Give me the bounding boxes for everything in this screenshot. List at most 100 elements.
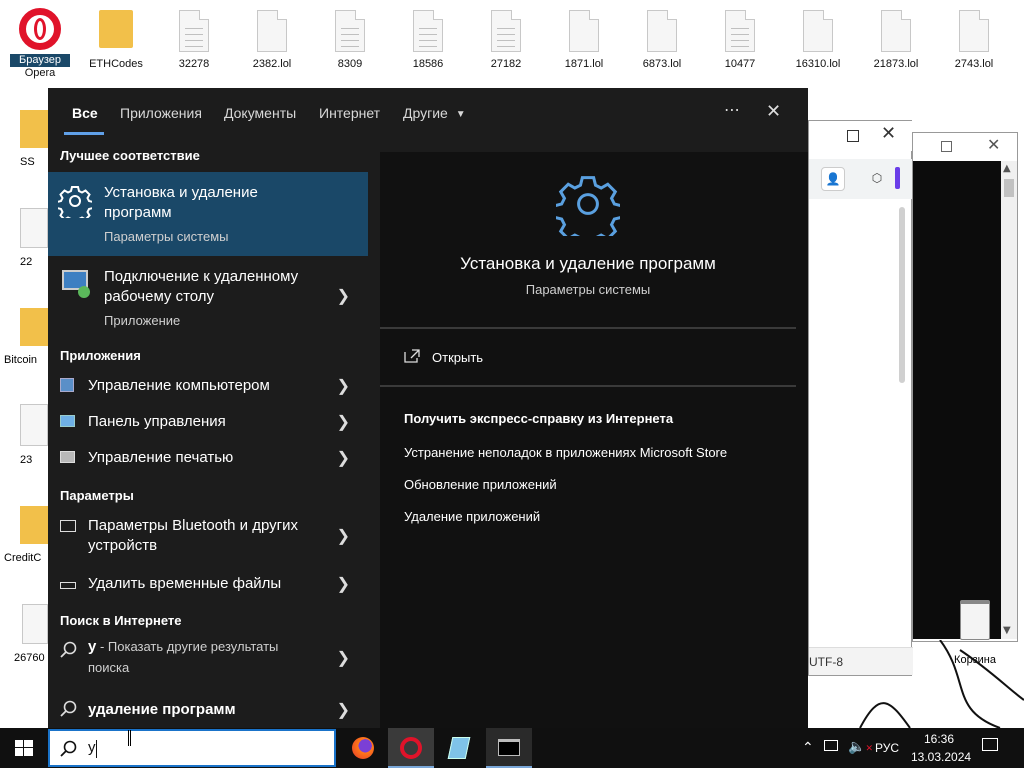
taskbar-search-box[interactable]: у bbox=[48, 729, 336, 767]
close-icon[interactable]: ✕ bbox=[766, 101, 781, 122]
result-setting-temp-files[interactable]: Удалить временные файлы ❯ bbox=[48, 568, 368, 604]
search-input[interactable]: у bbox=[88, 739, 96, 756]
profile-icon[interactable]: 👤 bbox=[821, 167, 845, 191]
maximize-icon[interactable] bbox=[847, 130, 859, 142]
result-app-print-management[interactable]: Управление печатью ❯ bbox=[48, 440, 368, 476]
desktop-icon-label: Bitcoin bbox=[4, 354, 38, 366]
result-app-computer-management[interactable]: Управление компьютером ❯ bbox=[48, 368, 368, 404]
taskbar-console[interactable] bbox=[486, 728, 532, 768]
chevron-down-icon: ▼ bbox=[455, 109, 466, 120]
wallpaper-scribble bbox=[859, 640, 1024, 728]
chevron-right-icon[interactable]: ❯ bbox=[337, 574, 350, 594]
section-settings: Параметры bbox=[60, 488, 134, 503]
desktop-icon-opera[interactable]: Браузер Opera bbox=[10, 8, 70, 80]
result-web-more[interactable]: у - Показать другие результаты поиска ❯ bbox=[48, 634, 368, 686]
result-setting-bluetooth[interactable]: Параметры Bluetooth и других устройств ❯ bbox=[48, 508, 368, 564]
remote-desktop-badge bbox=[78, 286, 90, 298]
desktop-icon-file[interactable]: 32278 bbox=[164, 10, 224, 71]
background-window-browser[interactable]: ✕ 👤 ⬡ UTF-8 bbox=[808, 120, 913, 676]
notifications-icon[interactable] bbox=[982, 738, 998, 751]
text-file-icon bbox=[179, 10, 209, 52]
desktop-icon-file[interactable]: 1871.lol bbox=[554, 10, 614, 71]
chevron-right-icon[interactable]: ❯ bbox=[337, 648, 350, 668]
taskbar-firefox[interactable] bbox=[340, 728, 386, 768]
section-apps: Приложения bbox=[60, 348, 141, 363]
tab-apps[interactable]: Приложения bbox=[120, 105, 202, 121]
notepad-icon bbox=[447, 737, 471, 759]
folder-icon bbox=[20, 308, 48, 346]
desktop-icon-file[interactable]: 6873.lol bbox=[632, 10, 692, 71]
desktop-icon-left[interactable]: CreditC bbox=[4, 506, 48, 568]
maximize-icon[interactable] bbox=[941, 141, 952, 152]
file-icon bbox=[959, 10, 989, 52]
network-icon[interactable] bbox=[824, 740, 838, 751]
result-app-control-panel[interactable]: Панель управления ❯ bbox=[48, 404, 368, 440]
desktop-icon-left[interactable]: 26760 bbox=[14, 604, 48, 668]
extension-icon[interactable]: ⬡ bbox=[865, 167, 889, 191]
chevron-right-icon[interactable]: ❯ bbox=[337, 700, 350, 720]
remote-desktop-title-line1: Подключение к удаленному bbox=[104, 268, 299, 285]
help-link[interactable]: Удаление приложений bbox=[404, 509, 540, 524]
desktop-icon-file[interactable]: 10477 bbox=[710, 10, 770, 71]
tab-other[interactable]: Другие ▼ bbox=[403, 105, 466, 121]
tab-other-label: Другие bbox=[403, 105, 448, 121]
result-best-match[interactable]: Установка и удаление программ Параметры … bbox=[48, 172, 368, 256]
bluetooth-devices-icon bbox=[60, 520, 76, 532]
ellipsis-icon[interactable]: ⋯ bbox=[724, 100, 741, 119]
start-button[interactable] bbox=[0, 728, 48, 768]
desktop-icon-left[interactable]: Bitcoin bbox=[4, 308, 48, 370]
desktop-icon-left[interactable]: SS bbox=[20, 110, 48, 170]
chevron-right-icon[interactable]: ❯ bbox=[337, 286, 350, 306]
scrollbar[interactable] bbox=[1001, 161, 1017, 639]
file-icon bbox=[647, 10, 677, 52]
taskbar-opera[interactable] bbox=[388, 728, 434, 768]
chevron-right-icon[interactable]: ❯ bbox=[337, 448, 350, 468]
app-label: Панель управления bbox=[88, 413, 226, 430]
sidebar-accent bbox=[895, 167, 900, 189]
scroll-up-icon[interactable]: ▲ bbox=[1003, 163, 1011, 174]
result-web-query[interactable]: удаление программ ❯ bbox=[48, 692, 368, 728]
tab-all[interactable]: Все bbox=[72, 105, 98, 121]
chevron-right-icon[interactable]: ❯ bbox=[337, 376, 350, 396]
desktop-icon-file[interactable]: 16310.lol bbox=[788, 10, 848, 71]
clock-date[interactable]: 13.03.2024 bbox=[911, 750, 971, 764]
taskbar-notepad[interactable] bbox=[436, 728, 482, 768]
desktop-icon-file[interactable]: 21873.lol bbox=[866, 10, 926, 71]
desktop-icon-label: 32278 bbox=[178, 58, 210, 70]
desktop-icon-file[interactable]: 2743.lol bbox=[944, 10, 1004, 71]
result-remote-desktop[interactable]: Подключение к удаленному рабочему столу … bbox=[48, 256, 368, 340]
desktop-icon-file[interactable]: 18586 bbox=[398, 10, 458, 71]
opera-icon bbox=[19, 8, 61, 50]
desktop-icon-left[interactable]: 22 bbox=[20, 208, 48, 270]
text-cursor bbox=[96, 740, 97, 758]
tab-internet[interactable]: Интернет bbox=[319, 105, 380, 121]
open-action[interactable]: Открыть bbox=[380, 336, 796, 380]
close-icon[interactable]: ✕ bbox=[881, 123, 896, 144]
remote-desktop-subtitle: Приложение bbox=[104, 313, 181, 328]
preview-subtitle: Параметры системы bbox=[525, 282, 651, 297]
scroll-thumb[interactable] bbox=[1004, 179, 1014, 197]
desktop-icon-ethcodes[interactable]: ETHCodes bbox=[86, 10, 146, 71]
scrollbar[interactable] bbox=[899, 207, 905, 383]
setting-label: Удалить временные файлы bbox=[88, 575, 282, 592]
chevron-right-icon[interactable]: ❯ bbox=[337, 412, 350, 432]
preview-pane: Установка и удаление программ Параметры … bbox=[380, 152, 808, 728]
desktop-icon-file[interactable]: 8309 bbox=[320, 10, 380, 71]
desktop-icon-left[interactable]: 23 bbox=[20, 404, 48, 470]
desktop-icon-file[interactable]: 2382.lol bbox=[242, 10, 302, 71]
desktop-icon-label: 2743.lol bbox=[954, 58, 994, 70]
storage-icon bbox=[60, 582, 76, 589]
chevron-right-icon[interactable]: ❯ bbox=[337, 526, 350, 546]
language-indicator[interactable]: РУС bbox=[875, 741, 899, 755]
file-icon bbox=[569, 10, 599, 52]
desktop-icon-file[interactable]: 27182 bbox=[476, 10, 536, 71]
close-icon[interactable]: ✕ bbox=[987, 135, 1000, 154]
clock-time[interactable]: 16:36 bbox=[924, 732, 954, 746]
volume-muted-icon[interactable]: 🔈✕ bbox=[848, 738, 873, 755]
tab-documents[interactable]: Документы bbox=[224, 105, 296, 121]
help-link[interactable]: Обновление приложений bbox=[404, 477, 557, 492]
setting-label-line2: устройств bbox=[88, 537, 158, 554]
show-hidden-icons[interactable]: ⌃ bbox=[802, 739, 814, 756]
background-window-console[interactable]: ✕ ▲ ▼ bbox=[912, 132, 1018, 642]
help-link[interactable]: Устранение неполадок в приложениях Micro… bbox=[404, 445, 727, 460]
